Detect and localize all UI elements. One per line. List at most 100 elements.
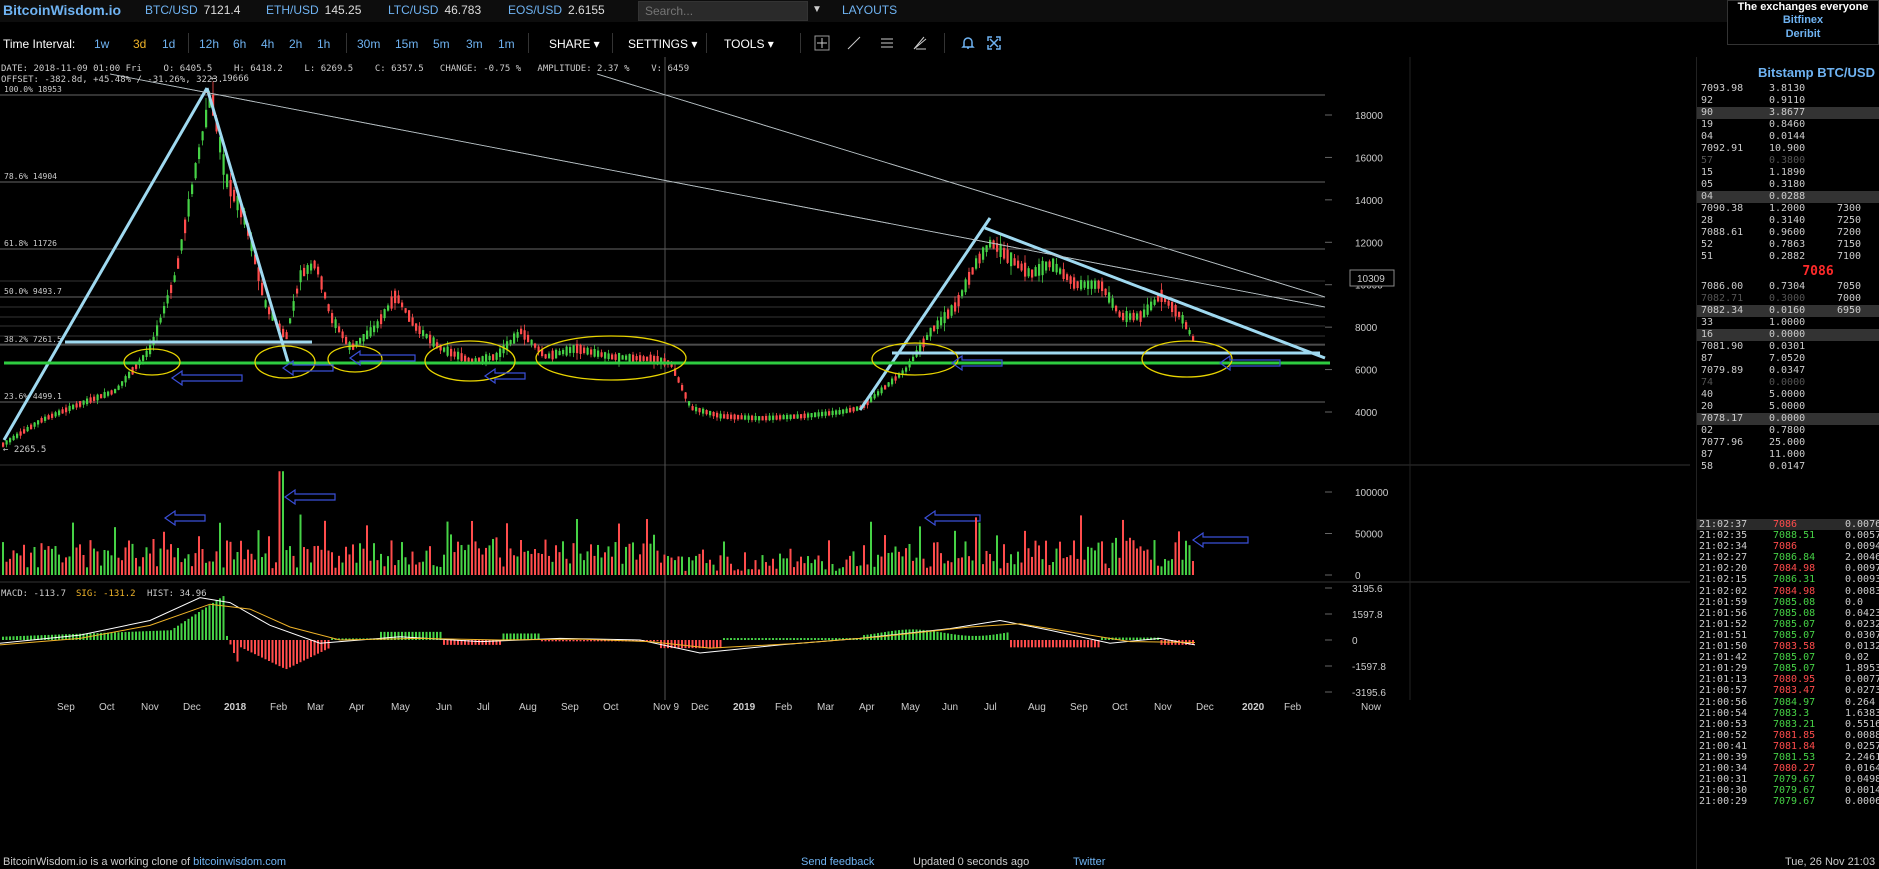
brand-logo[interactable]: BitcoinWisdom.io (3, 2, 121, 18)
tools-menu[interactable]: TOOLS ▾ (724, 37, 774, 51)
candle (590, 346, 593, 358)
macd-histogram-bar (649, 640, 652, 642)
candle (621, 354, 624, 360)
orderbook-row[interactable]: 7077.96 25.000 (1697, 437, 1879, 449)
volume-bar (362, 548, 365, 575)
trendline-tool-icon[interactable] (846, 35, 862, 51)
orderbook-size: 0.3800 (1769, 155, 1806, 166)
macd-histogram-bar (1041, 640, 1044, 648)
orderbook-row[interactable]: 05 0.3180 (1697, 179, 1879, 191)
orderbook-row[interactable]: 15 1.1890 (1697, 167, 1879, 179)
macd-histogram-bar (523, 633, 526, 640)
orderbook-row[interactable]: 33 1.0000 (1697, 317, 1879, 329)
ticker-eth[interactable]: ETH/USD 145.25 (266, 3, 361, 17)
interval-6h[interactable]: 6h (233, 37, 246, 51)
orderbook-row[interactable]: 74 0.0000 (1697, 377, 1879, 389)
price-chart-area[interactable]: 1800016000140001200010000800060004000103… (0, 57, 1690, 869)
orderbook-row[interactable]: 87 11.000 (1697, 449, 1879, 461)
orderbook-row[interactable]: 19 0.8460 (1697, 119, 1879, 131)
interval-1h[interactable]: 1h (317, 37, 330, 51)
settings-menu[interactable]: SETTINGS ▾ (628, 37, 697, 51)
orderbook-row[interactable]: 7078.17 0.0000 (1697, 413, 1879, 425)
orderbook-row[interactable]: 7079.89 0.0347 (1697, 365, 1879, 377)
orderbook-row[interactable]: 04 0.0144 (1697, 131, 1879, 143)
candle-body (586, 347, 589, 355)
orderbook-row[interactable]: 28 0.3140 7250 (1697, 215, 1879, 227)
send-feedback-link[interactable]: Send feedback (801, 856, 874, 868)
interval-12h[interactable]: 12h (199, 37, 219, 51)
interval-1m[interactable]: 1m (498, 37, 515, 51)
horizontal-lines-tool-icon[interactable] (879, 35, 895, 51)
orderbook-row[interactable]: 87 7.0520 (1697, 353, 1879, 365)
candle (908, 358, 911, 371)
volume-bar (422, 561, 424, 575)
candle (394, 288, 397, 310)
clone-link[interactable]: bitcoinwisdom.com (193, 856, 286, 868)
orderbook-row[interactable]: 51 0.2882 7100 (1697, 251, 1879, 263)
volume-bar (310, 562, 312, 575)
candle (803, 410, 806, 421)
macd-histogram-bar (331, 638, 333, 640)
orderbook-row[interactable]: 52 0.7863 7150 (1697, 239, 1879, 251)
orderbook-row[interactable]: 20 5.0000 (1697, 401, 1879, 413)
orderbook-row[interactable]: 7081.90 0.0301 (1697, 341, 1879, 353)
orderbook-row[interactable]: 7086.00 0.7304 7050 (1697, 281, 1879, 293)
exchange-link-bitfinex[interactable]: Bitfinex (1728, 13, 1878, 27)
macd-histogram-bar (719, 640, 722, 649)
ticker-btc[interactable]: BTC/USD 7121.4 (145, 3, 240, 17)
search-input[interactable] (638, 1, 808, 21)
search-dropdown-icon[interactable]: ▼ (812, 4, 822, 15)
orderbook-row[interactable]: 7082.34 0.0160 6950 (1697, 305, 1879, 317)
macd-histogram-bar (975, 635, 977, 640)
fullscreen-icon[interactable] (986, 35, 1002, 51)
orderbook-row[interactable]: 58 0.0147 (1697, 461, 1879, 473)
orderbook-row[interactable]: 7082.71 0.3000 7000 (1697, 293, 1879, 305)
orderbook-row[interactable]: 57 0.3800 (1697, 155, 1879, 167)
candle (390, 290, 393, 311)
candle (565, 345, 568, 357)
ticker-ltc[interactable]: LTC/USD 46.783 (388, 3, 481, 17)
orderbook-row[interactable]: 04 0.0288 (1697, 191, 1879, 203)
orderbook-row[interactable]: 90 3.8677 (1697, 107, 1879, 119)
chart-canvas[interactable]: 1800016000140001200010000800060004000103… (0, 57, 1690, 869)
orderbook-row[interactable]: 7093.98 3.8130 (1697, 83, 1879, 95)
price-axis-label: 14000 (1355, 196, 1383, 207)
interval-3d[interactable]: 3d (133, 37, 146, 51)
candle (1013, 253, 1016, 266)
orderbook-row[interactable]: 16 0.0000 (1697, 329, 1879, 341)
interval-5m[interactable]: 5m (433, 37, 450, 51)
layouts-button[interactable]: LAYOUTS (842, 3, 897, 17)
interval-1d[interactable]: 1d (162, 37, 175, 51)
macd-histogram-bar (579, 640, 582, 642)
ticker-eos[interactable]: EOS/USD 2.6155 (508, 3, 605, 17)
volume-bar (810, 563, 813, 575)
interval-30m[interactable]: 30m (357, 37, 380, 51)
orderbook-size: 7.0520 (1769, 353, 1806, 364)
orderbook-title[interactable]: Bitstamp BTC/USD (1697, 65, 1879, 83)
candle (37, 420, 40, 428)
fibonacci-tool-icon[interactable] (912, 35, 928, 51)
macd-histogram-bar (205, 607, 207, 640)
share-menu[interactable]: SHARE ▾ (549, 37, 600, 51)
orderbook-price: 87 (1701, 353, 1714, 364)
orderbook-row[interactable]: 7092.91 10.900 (1697, 143, 1879, 155)
macd-histogram-bar (1055, 640, 1058, 648)
macd-histogram-bar (215, 600, 218, 640)
alert-bell-icon[interactable] (960, 35, 976, 51)
candle-body (100, 394, 103, 399)
exchange-link-deribit[interactable]: Deribit (1728, 27, 1878, 41)
interval-2h[interactable]: 2h (289, 37, 302, 51)
orderbook-row[interactable]: 92 0.9110 (1697, 95, 1879, 107)
interval-1w[interactable]: 1w (94, 37, 109, 51)
twitter-link[interactable]: Twitter (1073, 856, 1105, 868)
orderbook-row[interactable]: 02 0.7800 (1697, 425, 1879, 437)
interval-3m[interactable]: 3m (466, 37, 483, 51)
crosshair-tool-icon[interactable] (814, 35, 830, 51)
orderbook-price: 7088.61 (1701, 227, 1744, 238)
orderbook-row[interactable]: 7090.38 1.2000 7300 (1697, 203, 1879, 215)
orderbook-row[interactable]: 40 5.0000 (1697, 389, 1879, 401)
annotation-arrow (483, 367, 526, 385)
interval-15m[interactable]: 15m (395, 37, 418, 51)
orderbook-row[interactable]: 7088.61 0.9600 7200 (1697, 227, 1879, 239)
interval-4h[interactable]: 4h (261, 37, 274, 51)
